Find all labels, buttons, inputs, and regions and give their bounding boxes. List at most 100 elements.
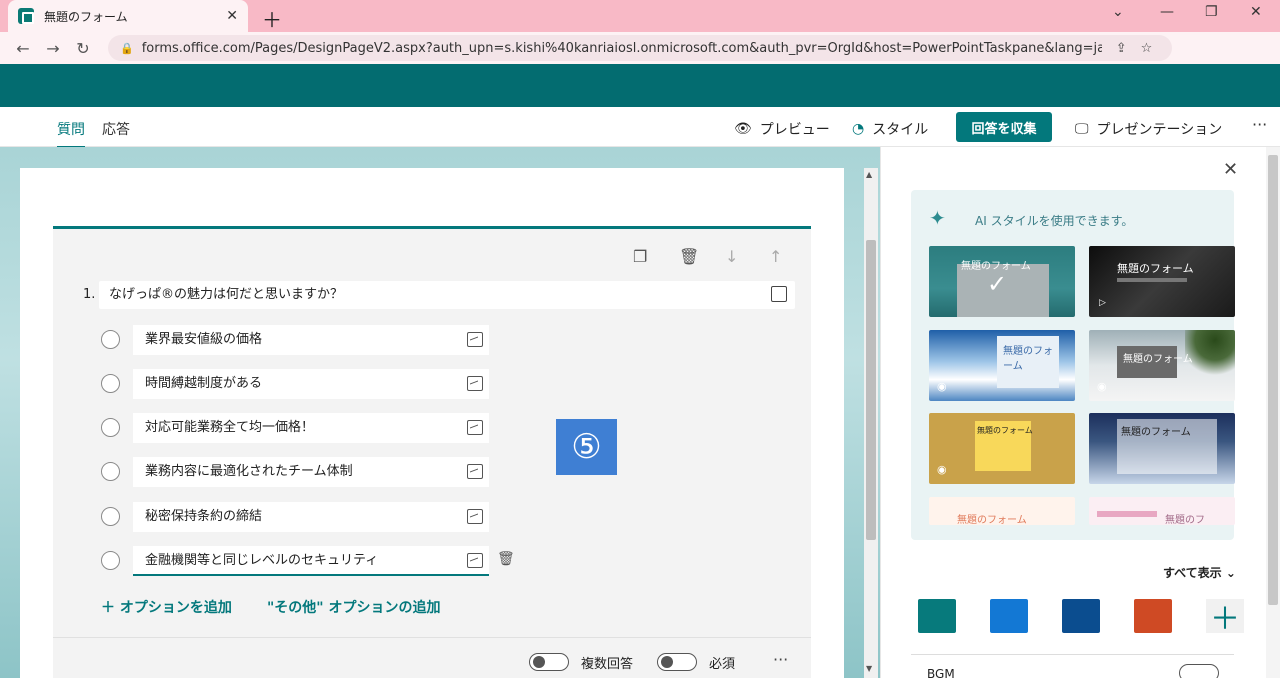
required-label: 必須 xyxy=(709,657,736,672)
insert-image-icon[interactable] xyxy=(467,332,483,347)
add-option-button[interactable]: ＋ オプションを追加 xyxy=(101,597,232,617)
insert-image-icon[interactable] xyxy=(467,464,483,479)
browser-tab[interactable]: 無題のフォーム ✕ xyxy=(8,0,248,32)
scrollbar-thumb[interactable] xyxy=(1268,155,1278,605)
new-tab-icon[interactable]: ＋ xyxy=(262,4,282,33)
theme-card[interactable]: 無題のフォーム ◉ xyxy=(929,330,1075,401)
option-input[interactable]: 対応可能業務全て均一価格！ xyxy=(133,413,489,443)
tab-questions[interactable]: 質問 xyxy=(57,119,85,149)
option-text: 業界最安値級の価格 xyxy=(145,332,263,347)
question-number: 1. xyxy=(83,287,96,302)
play-icon: ▷ xyxy=(1099,298,1106,308)
option-input[interactable]: 業務内容に最適化されたチーム体制 xyxy=(133,457,489,487)
theme-title: 無題のフ xyxy=(1165,515,1205,525)
multiple-answers-toggle[interactable] xyxy=(529,653,569,671)
minimize-icon[interactable]: — xyxy=(1160,4,1174,20)
question-title-text: なげっぱ®の魅力は何だと思いますか？ xyxy=(109,287,344,302)
panel-scrollbar[interactable] xyxy=(1266,147,1280,678)
insert-image-icon[interactable] xyxy=(467,420,483,435)
option-input[interactable]: 金融機関等と同じレベルのセキュリティ xyxy=(133,546,489,576)
ai-style-section: ✦ AI スタイルを使用できます。 無題のフォーム ✓ 無題のフォーム ▷ 無題… xyxy=(911,190,1235,540)
tab-responses[interactable]: 応答 xyxy=(102,119,130,139)
insert-image-icon[interactable] xyxy=(771,286,787,302)
option-input[interactable]: 業界最安値級の価格 xyxy=(133,325,489,355)
divider xyxy=(911,654,1234,655)
restore-icon[interactable]: ❐ xyxy=(1205,4,1218,20)
add-other-option-button[interactable]: "その他" オプションの追加 xyxy=(267,597,440,617)
theme-title: 無題のフォーム xyxy=(1117,262,1194,275)
more-options-icon[interactable]: ··· xyxy=(773,650,788,669)
share-icon[interactable]: ⇪ xyxy=(1116,41,1127,56)
copy-icon[interactable]: ❐ xyxy=(633,247,647,266)
play-icon: ◉ xyxy=(937,380,947,393)
more-options-icon[interactable]: ··· xyxy=(1252,115,1267,134)
option-input[interactable]: 時間縛越制度がある xyxy=(133,369,489,399)
option-text: 業務内容に最適化されたチーム体制 xyxy=(145,464,353,479)
back-icon[interactable]: ← xyxy=(8,39,38,58)
forward-icon[interactable]: → xyxy=(38,39,68,58)
option-radio[interactable] xyxy=(101,551,120,570)
option-text: 秘密保持条約の締結 xyxy=(145,509,263,524)
option-radio[interactable] xyxy=(101,418,120,437)
color-swatch[interactable] xyxy=(1134,599,1172,633)
color-swatch[interactable] xyxy=(918,599,956,633)
command-bar: 質問 応答 👁 プレビュー ◔ スタイル 回答を収集 🖵 プレゼンテーション ·… xyxy=(0,107,1280,149)
theme-card[interactable]: 無題のフォーム xyxy=(1089,413,1235,484)
main-scrollbar[interactable]: ▲ ▼ xyxy=(864,168,878,678)
required-toggle[interactable] xyxy=(657,653,697,671)
question-title-input[interactable]: なげっぱ®の魅力は何だと思いますか？ xyxy=(99,281,795,309)
scroll-up-icon[interactable]: ▲ xyxy=(866,170,872,179)
option-input[interactable]: 秘密保持条約の締結 xyxy=(133,502,489,532)
play-icon: ◉ xyxy=(1097,380,1107,393)
theme-title: 無題のフォーム xyxy=(1003,346,1053,372)
url-input[interactable]: 🔒 forms.office.com/Pages/DesignPageV2.as… xyxy=(108,35,1172,61)
theme-card[interactable]: 無題のフォーム ▷ xyxy=(1089,246,1235,317)
option-radio[interactable] xyxy=(101,462,120,481)
show-all-button[interactable]: すべて表示 ⌄ xyxy=(1163,564,1236,581)
theme-card[interactable]: 無題のフォーム ◉ xyxy=(1089,330,1235,401)
insert-image-icon[interactable] xyxy=(467,376,483,391)
divider xyxy=(53,637,811,638)
option-radio[interactable] xyxy=(101,374,120,393)
option-radio[interactable] xyxy=(101,330,120,349)
add-color-button[interactable]: ＋ xyxy=(1206,599,1244,637)
close-icon[interactable]: ✕ xyxy=(226,8,238,24)
bgm-toggle[interactable] xyxy=(1179,664,1219,678)
app-header-band xyxy=(0,64,1280,107)
collect-responses-button[interactable]: 回答を収集 xyxy=(956,112,1052,142)
preview-label: プレビュー xyxy=(759,122,830,138)
present-label: プレゼンテーション xyxy=(1096,122,1223,138)
color-swatch[interactable] xyxy=(990,599,1028,633)
theme-card[interactable]: 無題のフォーム ✓ xyxy=(929,246,1075,317)
present-button[interactable]: 🖵 プレゼンテーション xyxy=(1075,119,1222,139)
insert-image-icon[interactable] xyxy=(467,553,483,568)
style-button[interactable]: ◔ スタイル xyxy=(852,119,928,139)
close-panel-icon[interactable]: ✕ xyxy=(1223,159,1238,180)
browser-tab-bar: 無題のフォーム ✕ ＋ ⌄ — ❐ ✕ xyxy=(0,0,1280,32)
window-close-icon[interactable]: ✕ xyxy=(1250,4,1262,20)
chevron-down-icon[interactable]: ⌄ xyxy=(1112,4,1124,20)
color-swatch[interactable] xyxy=(1062,599,1100,633)
step-badge: ⑤ xyxy=(556,419,617,475)
url-text: forms.office.com/Pages/DesignPageV2.aspx… xyxy=(141,40,1102,56)
theme-card[interactable]: 無題のフォーム xyxy=(929,497,1075,525)
option-radio[interactable] xyxy=(101,507,120,526)
play-icon: ◉ xyxy=(937,463,947,476)
forms-favicon-icon xyxy=(18,8,34,24)
option-row: 金融機関等と同じレベルのセキュリティ 🗑 xyxy=(99,546,515,576)
theme-title: 無題のフォーム xyxy=(1123,354,1193,365)
trash-icon[interactable]: 🗑 xyxy=(679,247,699,266)
delete-option-icon[interactable]: 🗑 xyxy=(497,551,515,567)
scroll-down-icon[interactable]: ▼ xyxy=(866,664,872,673)
palette-icon: ◔ xyxy=(852,121,865,137)
bookmark-star-icon[interactable]: ☆ xyxy=(1141,41,1153,56)
theme-card[interactable]: 無題のフ xyxy=(1089,497,1235,525)
arrow-up-icon[interactable]: ↑ xyxy=(769,247,782,266)
reload-icon[interactable]: ↻ xyxy=(68,39,98,58)
arrow-down-icon[interactable]: ↓ xyxy=(725,247,738,266)
insert-image-icon[interactable] xyxy=(467,509,483,524)
theme-card[interactable]: 無題のフォーム ◉ xyxy=(929,413,1075,484)
monitor-icon: 🖵 xyxy=(1075,121,1089,137)
preview-button[interactable]: 👁 プレビュー xyxy=(734,119,830,139)
scrollbar-thumb[interactable] xyxy=(866,240,876,540)
